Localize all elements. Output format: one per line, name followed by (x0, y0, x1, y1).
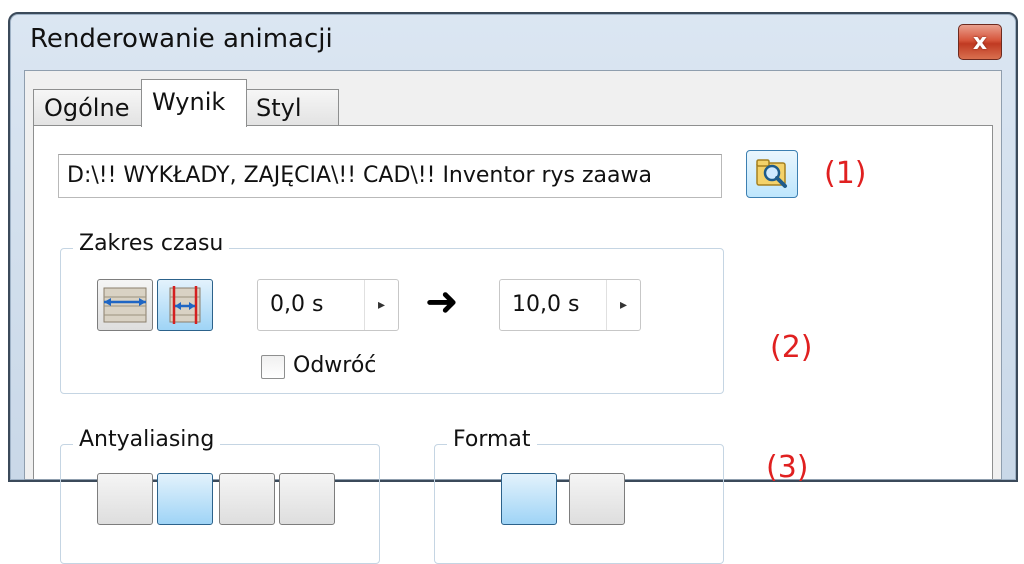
output-path-input[interactable]: D:\!! WYKŁADY, ZAJĘCIA\!! CAD\!! Invento… (58, 154, 722, 198)
custom-range-button[interactable] (157, 279, 213, 331)
reverse-checkbox[interactable] (261, 355, 285, 379)
time-range-label: Zakres czasu (73, 231, 230, 256)
format-group: Format (434, 427, 724, 564)
tab-output[interactable]: Wynik (141, 79, 247, 127)
spin-arrow-icon[interactable]: ▸ (364, 280, 398, 330)
dialog-client: Ogólne Wynik Styl D:\!! WYKŁADY, ZAJĘCIA… (24, 70, 1002, 564)
format-images-button[interactable] (569, 473, 625, 525)
tab-general[interactable]: Ogólne (33, 89, 143, 125)
output-tab-panel: D:\!! WYKŁADY, ZAJĘCIA\!! CAD\!! Invento… (33, 125, 993, 564)
custom-range-icon (169, 286, 201, 324)
annotation-3: (3) (766, 450, 809, 485)
folder-search-icon (756, 159, 787, 188)
antialias-high-button[interactable] (279, 473, 335, 525)
annotation-2: (2) (770, 330, 813, 365)
reverse-label: Odwróć (293, 353, 377, 378)
spin-arrow-icon[interactable]: ▸ (606, 280, 640, 330)
start-time-value: 0,0 s (270, 292, 324, 317)
start-time-spinner[interactable]: 0,0 s ▸ (257, 279, 399, 331)
close-button[interactable]: x (958, 24, 1002, 60)
end-time-spinner[interactable]: 10,0 s ▸ (499, 279, 641, 331)
antialias-medium-button[interactable] (219, 473, 275, 525)
end-time-value: 10,0 s (512, 292, 580, 317)
render-animation-dialog: Renderowanie animacji x Ogólne Wynik Sty… (8, 12, 1018, 564)
antialias-none-button[interactable] (97, 473, 153, 525)
arrow-right-icon: ➜ (425, 279, 459, 325)
format-video-button[interactable] (501, 473, 557, 525)
antialiasing-label: Antyaliasing (73, 427, 221, 452)
format-label: Format (447, 427, 537, 452)
tab-style[interactable]: Styl (245, 89, 339, 125)
browse-button[interactable] (746, 150, 798, 198)
annotation-1: (1) (824, 156, 867, 191)
antialiasing-group: Antyaliasing (60, 427, 380, 564)
close-icon: x (972, 29, 988, 55)
antialias-low-button[interactable] (157, 473, 213, 525)
time-range-group: Zakres czasu 0,0 s ▸ ➜ 10,0 s ▸ Odwróć (60, 231, 724, 394)
full-range-button[interactable] (97, 279, 153, 331)
full-range-icon (103, 287, 147, 323)
window-title: Renderowanie animacji (30, 24, 333, 54)
